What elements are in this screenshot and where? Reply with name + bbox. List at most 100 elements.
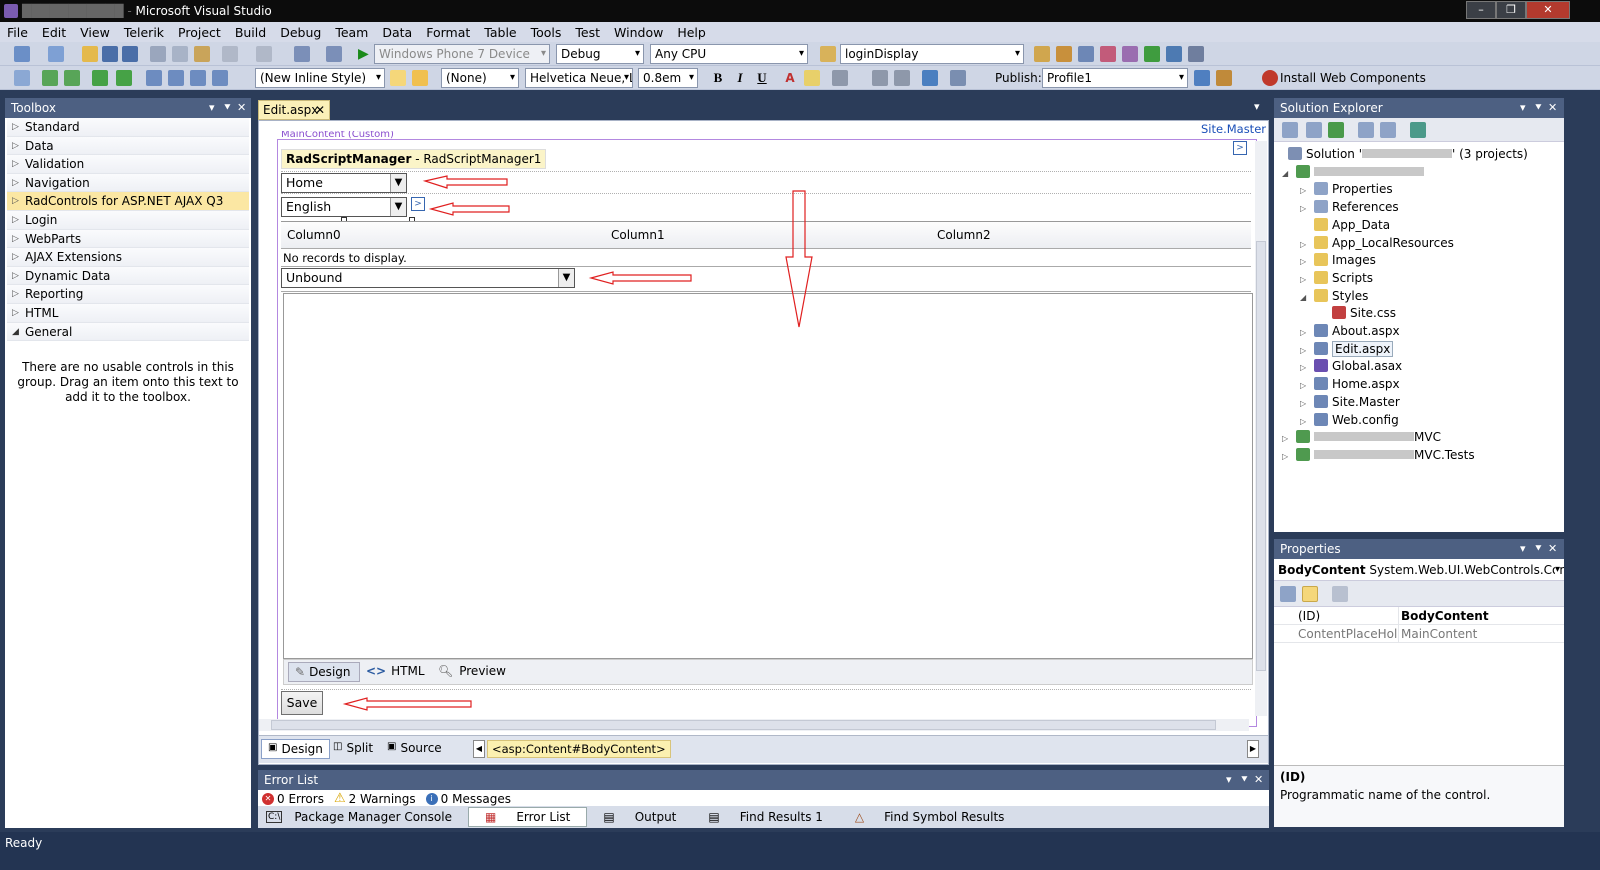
hyperlink-icon[interactable]: [922, 70, 938, 86]
italic-button[interactable]: I: [732, 70, 748, 86]
expander-icon[interactable]: ▷: [1300, 377, 1314, 395]
justify-icon[interactable]: [832, 70, 848, 86]
tree-project-tests[interactable]: ▷ MVC.Tests: [1282, 447, 1475, 466]
toolbox-group[interactable]: Standard: [7, 118, 249, 137]
expander-icon[interactable]: ◢: [1282, 165, 1296, 183]
menu-project[interactable]: Project: [171, 25, 228, 40]
expander-icon[interactable]: ▷: [1300, 395, 1314, 413]
check-accessibility-icon[interactable]: [116, 70, 132, 86]
device-select[interactable]: Windows Phone 7 Device: [374, 44, 550, 64]
menu-format[interactable]: Format: [419, 25, 477, 40]
dropdown-icon[interactable]: ▾: [209, 98, 215, 118]
bullets-icon[interactable]: [872, 70, 888, 86]
toolbox-group[interactable]: Validation: [7, 155, 249, 174]
tree-item[interactable]: ▷ Site.Master: [1300, 394, 1400, 413]
foreground-color-icon[interactable]: A: [782, 70, 798, 86]
reuse-style-icon[interactable]: [412, 70, 428, 86]
property-value[interactable]: MainContent: [1398, 625, 1477, 643]
menu-debug[interactable]: Debug: [273, 25, 328, 40]
categorized-icon[interactable]: [1280, 586, 1296, 602]
expander-icon[interactable]: ▷: [1300, 413, 1314, 431]
add-item-icon[interactable]: [48, 46, 64, 62]
nest-related-files-icon[interactable]: [1358, 122, 1374, 138]
toolbox-group[interactable]: Reporting: [7, 285, 249, 304]
paste-icon[interactable]: [194, 46, 210, 62]
menu-build[interactable]: Build: [228, 25, 273, 40]
tree-project-web[interactable]: ◢: [1282, 164, 1424, 183]
tree-item[interactable]: ◢ Styles: [1300, 288, 1368, 307]
z-order-icon[interactable]: [212, 70, 228, 86]
expander-icon[interactable]: ▷: [1300, 271, 1314, 289]
tree-item[interactable]: ▷ Home.aspx: [1300, 376, 1400, 395]
copy-icon[interactable]: [172, 46, 188, 62]
object-browser-icon[interactable]: [1078, 46, 1094, 62]
tree-item[interactable]: App_Data: [1300, 217, 1390, 235]
pin-icon[interactable]: ⯆: [1240, 770, 1249, 790]
find-in-files-icon[interactable]: [820, 46, 836, 62]
highlight-icon[interactable]: [804, 70, 820, 86]
tree-item[interactable]: ▷ Properties: [1300, 181, 1393, 200]
pin-icon[interactable]: ⯆: [1534, 539, 1543, 559]
pin-icon[interactable]: ⯆: [223, 98, 232, 118]
undo-icon[interactable]: [222, 46, 238, 62]
expander-icon[interactable]: ▷: [1282, 448, 1296, 466]
expander-icon[interactable]: ▷: [1300, 200, 1314, 218]
new-project-icon[interactable]: [14, 46, 30, 62]
close-icon[interactable]: ✕: [1254, 770, 1263, 790]
cut-icon[interactable]: [150, 46, 166, 62]
start-debugging-icon[interactable]: ▶: [358, 46, 374, 62]
alphabetical-icon[interactable]: [1302, 586, 1318, 602]
close-tab-icon[interactable]: ✕: [315, 101, 325, 119]
publish-web-icon[interactable]: [1194, 70, 1210, 86]
style-application-icon[interactable]: [390, 70, 406, 86]
attach-style-icon[interactable]: [64, 70, 80, 86]
maximize-button[interactable]: ❐: [1496, 1, 1526, 19]
toolbox-group[interactable]: Login: [7, 210, 249, 230]
tree-item[interactable]: ▷ References: [1300, 199, 1399, 218]
underline-button[interactable]: U: [754, 70, 770, 86]
menu-test[interactable]: Test: [568, 25, 607, 40]
refresh-icon[interactable]: [1328, 122, 1344, 138]
tree-item[interactable]: ▷ About.aspx: [1300, 323, 1400, 342]
platform-select[interactable]: Any CPU: [650, 44, 808, 64]
numbering-icon[interactable]: [894, 70, 910, 86]
tree-item[interactable]: ▷ App_LocalResources: [1300, 235, 1454, 254]
position-icon[interactable]: [190, 70, 206, 86]
block-format-select[interactable]: (None): [441, 68, 519, 88]
web-config-tool-icon[interactable]: [1410, 122, 1426, 138]
properties-window-icon[interactable]: [1056, 46, 1072, 62]
tree-item[interactable]: ▷ Images: [1300, 252, 1376, 271]
toolbox-group[interactable]: HTML: [7, 303, 249, 323]
object-selector[interactable]: BodyContent System.Web.UI.WebControls.Co…: [1274, 559, 1564, 581]
menu-table[interactable]: Table: [477, 25, 523, 40]
tab-edit-aspx[interactable]: Edit.aspx ✕: [258, 100, 330, 120]
start-page-icon[interactable]: [1144, 46, 1160, 62]
format-icon[interactable]: [146, 70, 162, 86]
font-name-select[interactable]: Helvetica Neue, L: [525, 68, 633, 88]
bold-button[interactable]: B: [710, 70, 726, 86]
tree-item[interactable]: ▷ Edit.aspx: [1300, 340, 1394, 360]
install-web-components-button[interactable]: Install Web Components: [1280, 71, 1426, 85]
expander-icon[interactable]: ▷: [1300, 182, 1314, 200]
expander-icon[interactable]: ▷: [1300, 359, 1314, 377]
view-designer-icon[interactable]: [1380, 122, 1396, 138]
solution-explorer-icon[interactable]: [1034, 46, 1050, 62]
tools-icon[interactable]: [1122, 46, 1138, 62]
close-icon[interactable]: ✕: [237, 98, 246, 118]
font-size-select[interactable]: 0.8em: [638, 68, 698, 88]
apply-style-icon[interactable]: [42, 70, 58, 86]
menu-window[interactable]: Window: [607, 25, 670, 40]
publish-settings-icon[interactable]: [1216, 70, 1232, 86]
toolbox-group[interactable]: General: [7, 322, 249, 342]
tab-package-manager-console[interactable]: C:\ Package Manager Console: [258, 810, 468, 824]
web-one-click-icon[interactable]: [950, 70, 966, 86]
new-style-icon[interactable]: [14, 70, 30, 86]
toolbox-group[interactable]: AJAX Extensions: [7, 248, 249, 267]
tree-solution[interactable]: Solution ' ' (3 projects): [1274, 146, 1528, 164]
show-all-files-icon[interactable]: [1306, 122, 1322, 138]
inline-style-select[interactable]: (New Inline Style): [255, 68, 385, 88]
tree-project-mvc[interactable]: ▷ MVC: [1282, 429, 1441, 448]
menu-view[interactable]: View: [73, 25, 117, 40]
dropdown-icon[interactable]: ▾: [1520, 539, 1526, 559]
expander-icon[interactable]: ▷: [1300, 342, 1314, 360]
